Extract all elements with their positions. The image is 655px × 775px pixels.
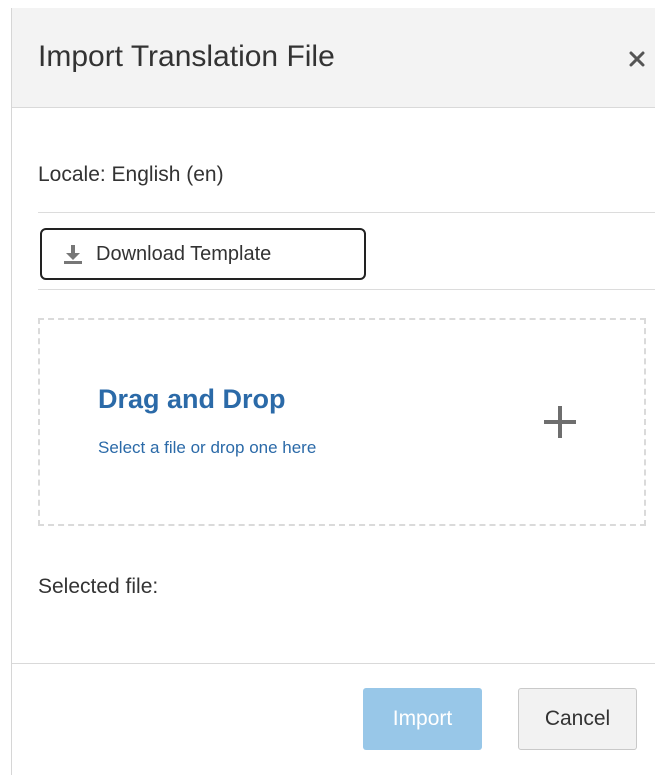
- close-button[interactable]: [620, 42, 654, 76]
- download-template-label: Download Template: [96, 242, 272, 265]
- file-dropzone[interactable]: Drag and Drop Select a file or drop one …: [38, 318, 646, 526]
- footer-divider: [12, 663, 655, 664]
- cancel-button[interactable]: Cancel: [518, 688, 637, 750]
- close-icon: [629, 51, 645, 67]
- dropzone-title: Drag and Drop: [98, 384, 286, 414]
- download-icon: [62, 243, 84, 265]
- dropzone-subtitle: Select a file or drop one here: [98, 438, 317, 457]
- download-template-button[interactable]: Download Template: [40, 228, 366, 280]
- import-button[interactable]: Import: [363, 688, 482, 750]
- dialog-header: Import Translation File: [12, 8, 655, 108]
- plus-icon: [544, 406, 576, 438]
- divider: [38, 212, 655, 213]
- selected-file-label: Selected file:: [38, 575, 159, 598]
- import-translation-dialog: Import Translation File Locale: English …: [11, 8, 655, 775]
- dialog-title: Import Translation File: [38, 40, 335, 73]
- locale-label: Locale: English (en): [38, 163, 224, 186]
- divider: [38, 289, 655, 290]
